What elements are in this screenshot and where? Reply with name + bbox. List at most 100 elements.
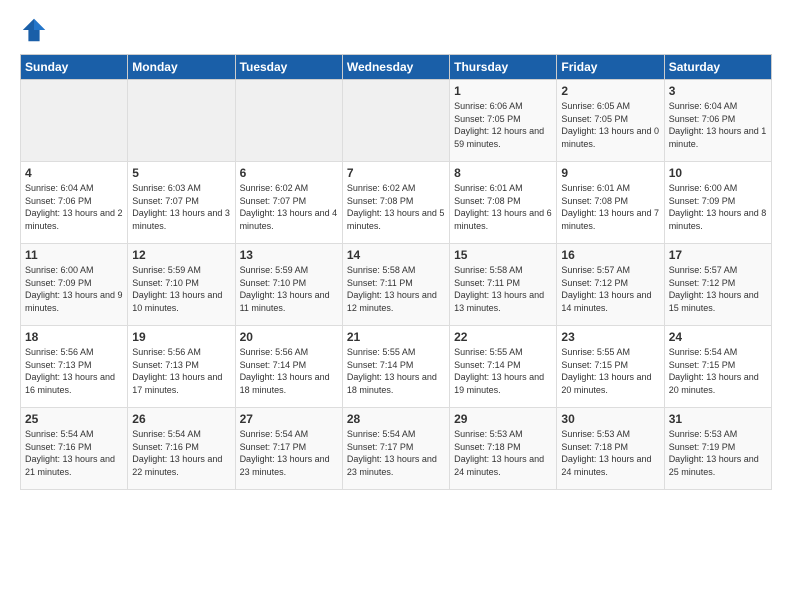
day-info: Sunrise: 5:56 AMSunset: 7:14 PMDaylight:…	[240, 346, 338, 396]
day-cell: 24 Sunrise: 5:54 AMSunset: 7:15 PMDayligh…	[664, 326, 771, 408]
day-cell: 23 Sunrise: 5:55 AMSunset: 7:15 PMDayligh…	[557, 326, 664, 408]
day-info: Sunrise: 6:04 AMSunset: 7:06 PMDaylight:…	[25, 182, 123, 232]
day-cell: 28 Sunrise: 5:54 AMSunset: 7:17 PMDayligh…	[342, 408, 449, 490]
day-cell: 14 Sunrise: 5:58 AMSunset: 7:11 PMDayligh…	[342, 244, 449, 326]
day-cell: 20 Sunrise: 5:56 AMSunset: 7:14 PMDayligh…	[235, 326, 342, 408]
calendar-table: SundayMondayTuesdayWednesdayThursdayFrid…	[20, 54, 772, 490]
logo-icon	[20, 16, 48, 44]
day-info: Sunrise: 6:01 AMSunset: 7:08 PMDaylight:…	[454, 182, 552, 232]
day-number: 31	[669, 412, 767, 426]
col-header-saturday: Saturday	[664, 55, 771, 80]
day-cell: 12Sunrise: 5:59 AMSunset: 7:10 PMDayligh…	[128, 244, 235, 326]
day-cell: 6Sunrise: 6:02 AMSunset: 7:07 PMDaylight…	[235, 162, 342, 244]
day-number: 18	[25, 330, 123, 344]
day-number: 5	[132, 166, 230, 180]
day-number: 2	[561, 84, 659, 98]
day-cell: 18 Sunrise: 5:56 AMSunset: 7:13 PMDayligh…	[21, 326, 128, 408]
day-cell: 1 Sunrise: 6:06 AMSunset: 7:05 PMDaylight…	[450, 80, 557, 162]
day-cell: 3 Sunrise: 6:04 AMSunset: 7:06 PMDaylight…	[664, 80, 771, 162]
day-cell	[21, 80, 128, 162]
col-header-monday: Monday	[128, 55, 235, 80]
day-number: 1	[454, 84, 552, 98]
day-cell: 19 Sunrise: 5:56 AMSunset: 7:13 PMDayligh…	[128, 326, 235, 408]
day-number: 7	[347, 166, 445, 180]
day-info: Sunrise: 5:57 AMSunset: 7:12 PMDaylight:…	[561, 264, 659, 314]
day-number: 21	[347, 330, 445, 344]
day-cell: 22 Sunrise: 5:55 AMSunset: 7:14 PMDayligh…	[450, 326, 557, 408]
day-number: 10	[669, 166, 767, 180]
day-number: 26	[132, 412, 230, 426]
day-number: 20	[240, 330, 338, 344]
day-info: Sunrise: 5:55 AMSunset: 7:15 PMDaylight:…	[561, 346, 659, 396]
day-cell	[128, 80, 235, 162]
day-info: Sunrise: 5:55 AMSunset: 7:14 PMDaylight:…	[454, 346, 552, 396]
day-number: 8	[454, 166, 552, 180]
day-info: Sunrise: 5:54 AMSunset: 7:17 PMDaylight:…	[347, 428, 445, 478]
day-info: Sunrise: 6:00 AMSunset: 7:09 PMDaylight:…	[669, 182, 767, 232]
day-info: Sunrise: 6:00 AMSunset: 7:09 PMDaylight:…	[25, 264, 123, 314]
day-number: 22	[454, 330, 552, 344]
day-number: 17	[669, 248, 767, 262]
day-info: Sunrise: 5:56 AMSunset: 7:13 PMDaylight:…	[25, 346, 123, 396]
day-cell: 5 Sunrise: 6:03 AMSunset: 7:07 PMDaylight…	[128, 162, 235, 244]
day-info: Sunrise: 5:54 AMSunset: 7:15 PMDaylight:…	[669, 346, 767, 396]
day-cell: 15Sunrise: 5:58 AMSunset: 7:11 PMDayligh…	[450, 244, 557, 326]
day-number: 3	[669, 84, 767, 98]
day-info: Sunrise: 6:03 AMSunset: 7:07 PMDaylight:…	[132, 182, 230, 232]
day-cell: 8 Sunrise: 6:01 AMSunset: 7:08 PMDaylight…	[450, 162, 557, 244]
day-cell: 17 Sunrise: 5:57 AMSunset: 7:12 PMDayligh…	[664, 244, 771, 326]
day-info: Sunrise: 5:56 AMSunset: 7:13 PMDaylight:…	[132, 346, 230, 396]
day-info: Sunrise: 5:53 AMSunset: 7:19 PMDaylight:…	[669, 428, 767, 478]
col-header-tuesday: Tuesday	[235, 55, 342, 80]
week-row-5: 25 Sunrise: 5:54 AMSunset: 7:16 PMDayligh…	[21, 408, 772, 490]
week-row-2: 4 Sunrise: 6:04 AMSunset: 7:06 PMDaylight…	[21, 162, 772, 244]
day-info: Sunrise: 6:06 AMSunset: 7:05 PMDaylight:…	[454, 100, 552, 150]
col-header-friday: Friday	[557, 55, 664, 80]
day-cell: 29Sunrise: 5:53 AMSunset: 7:18 PMDayligh…	[450, 408, 557, 490]
day-cell: 31 Sunrise: 5:53 AMSunset: 7:19 PMDayligh…	[664, 408, 771, 490]
col-header-thursday: Thursday	[450, 55, 557, 80]
day-info: Sunrise: 6:02 AMSunset: 7:07 PMDaylight:…	[240, 182, 338, 232]
day-cell: 7Sunrise: 6:02 AMSunset: 7:08 PMDaylight…	[342, 162, 449, 244]
day-info: Sunrise: 5:53 AMSunset: 7:18 PMDaylight:…	[454, 428, 552, 478]
day-number: 27	[240, 412, 338, 426]
day-cell: 9Sunrise: 6:01 AMSunset: 7:08 PMDaylight…	[557, 162, 664, 244]
week-row-3: 11 Sunrise: 6:00 AMSunset: 7:09 PMDayligh…	[21, 244, 772, 326]
col-header-sunday: Sunday	[21, 55, 128, 80]
day-cell: 30 Sunrise: 5:53 AMSunset: 7:18 PMDayligh…	[557, 408, 664, 490]
day-cell: 16 Sunrise: 5:57 AMSunset: 7:12 PMDayligh…	[557, 244, 664, 326]
day-number: 16	[561, 248, 659, 262]
header	[20, 16, 772, 44]
header-row: SundayMondayTuesdayWednesdayThursdayFrid…	[21, 55, 772, 80]
week-row-1: 1 Sunrise: 6:06 AMSunset: 7:05 PMDaylight…	[21, 80, 772, 162]
day-info: Sunrise: 5:54 AMSunset: 7:16 PMDaylight:…	[132, 428, 230, 478]
day-number: 13	[240, 248, 338, 262]
day-number: 24	[669, 330, 767, 344]
day-number: 23	[561, 330, 659, 344]
day-info: Sunrise: 5:59 AMSunset: 7:10 PMDaylight:…	[240, 264, 338, 314]
day-info: Sunrise: 6:05 AMSunset: 7:05 PMDaylight:…	[561, 100, 659, 150]
day-info: Sunrise: 6:04 AMSunset: 7:06 PMDaylight:…	[669, 100, 767, 150]
day-info: Sunrise: 5:54 AMSunset: 7:16 PMDaylight:…	[25, 428, 123, 478]
day-number: 30	[561, 412, 659, 426]
col-header-wednesday: Wednesday	[342, 55, 449, 80]
day-cell: 11 Sunrise: 6:00 AMSunset: 7:09 PMDayligh…	[21, 244, 128, 326]
day-cell: 26 Sunrise: 5:54 AMSunset: 7:16 PMDayligh…	[128, 408, 235, 490]
day-info: Sunrise: 5:57 AMSunset: 7:12 PMDaylight:…	[669, 264, 767, 314]
day-info: Sunrise: 5:59 AMSunset: 7:10 PMDaylight:…	[132, 264, 230, 314]
calendar-body: 1 Sunrise: 6:06 AMSunset: 7:05 PMDaylight…	[21, 80, 772, 490]
day-info: Sunrise: 5:55 AMSunset: 7:14 PMDaylight:…	[347, 346, 445, 396]
page: SundayMondayTuesdayWednesdayThursdayFrid…	[0, 0, 792, 612]
day-cell: 25 Sunrise: 5:54 AMSunset: 7:16 PMDayligh…	[21, 408, 128, 490]
day-cell: 13 Sunrise: 5:59 AMSunset: 7:10 PMDayligh…	[235, 244, 342, 326]
day-number: 4	[25, 166, 123, 180]
day-number: 28	[347, 412, 445, 426]
day-info: Sunrise: 5:53 AMSunset: 7:18 PMDaylight:…	[561, 428, 659, 478]
day-number: 25	[25, 412, 123, 426]
day-number: 11	[25, 248, 123, 262]
day-cell: 4 Sunrise: 6:04 AMSunset: 7:06 PMDaylight…	[21, 162, 128, 244]
calendar-header: SundayMondayTuesdayWednesdayThursdayFrid…	[21, 55, 772, 80]
day-number: 14	[347, 248, 445, 262]
day-info: Sunrise: 5:58 AMSunset: 7:11 PMDaylight:…	[347, 264, 445, 314]
day-number: 19	[132, 330, 230, 344]
